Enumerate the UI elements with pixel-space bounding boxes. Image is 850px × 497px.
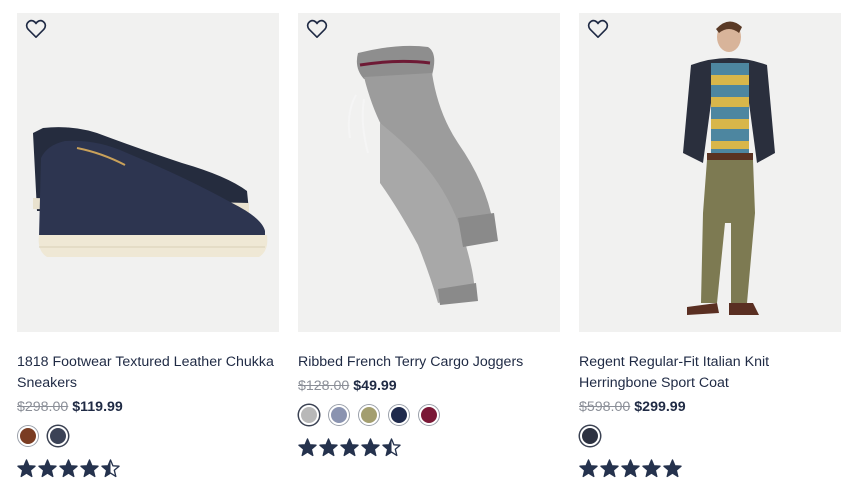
star-icon bbox=[642, 459, 661, 478]
wishlist-heart-icon[interactable] bbox=[587, 19, 609, 39]
color-swatch[interactable] bbox=[299, 405, 319, 425]
star-icon bbox=[340, 438, 359, 457]
wishlist-heart-icon[interactable] bbox=[306, 19, 328, 39]
star-icon bbox=[59, 459, 78, 478]
star-icon bbox=[101, 459, 120, 478]
color-swatch[interactable] bbox=[389, 405, 409, 425]
star-icon bbox=[38, 459, 57, 478]
sale-price: $49.99 bbox=[353, 378, 397, 394]
original-price: $298.00 bbox=[17, 399, 69, 415]
original-price: $128.00 bbox=[298, 378, 350, 394]
color-swatch[interactable] bbox=[419, 405, 439, 425]
color-swatch[interactable] bbox=[18, 426, 38, 446]
product-image-link[interactable] bbox=[298, 13, 560, 332]
color-swatch[interactable] bbox=[359, 405, 379, 425]
product-image bbox=[17, 13, 279, 332]
product-prices: $128.00 $49.99 bbox=[298, 377, 560, 395]
star-icon bbox=[17, 459, 36, 478]
star-icon bbox=[600, 459, 619, 478]
sale-price: $119.99 bbox=[72, 399, 123, 415]
star-icon bbox=[298, 438, 317, 457]
product-image-link[interactable] bbox=[17, 13, 279, 332]
star-icon bbox=[382, 438, 401, 457]
sale-price: $299.99 bbox=[634, 399, 686, 415]
product-image-link[interactable] bbox=[579, 13, 841, 332]
original-price: $598.00 bbox=[579, 399, 631, 415]
star-icon bbox=[621, 459, 640, 478]
star-rating bbox=[298, 438, 560, 458]
product-name-link[interactable]: Ribbed French Terry Cargo Joggers bbox=[298, 352, 560, 373]
color-swatch[interactable] bbox=[580, 426, 600, 446]
product-name-link[interactable]: 1818 Footwear Textured Leather Chukka Sn… bbox=[17, 352, 279, 394]
product-grid: 1818 Footwear Textured Leather Chukka Sn… bbox=[0, 0, 850, 497]
product-image bbox=[298, 13, 560, 332]
star-icon bbox=[361, 438, 380, 457]
product-card: Regent Regular-Fit Italian Knit Herringb… bbox=[579, 13, 841, 479]
wishlist-heart-icon[interactable] bbox=[25, 19, 47, 39]
color-swatches bbox=[298, 404, 560, 426]
product-card: Ribbed French Terry Cargo Joggers $128.0… bbox=[298, 13, 560, 458]
star-rating bbox=[579, 459, 841, 479]
star-icon bbox=[80, 459, 99, 478]
product-image bbox=[579, 13, 841, 332]
color-swatches bbox=[17, 425, 279, 447]
star-rating bbox=[17, 459, 279, 479]
product-name-link[interactable]: Regent Regular-Fit Italian Knit Herringb… bbox=[579, 352, 841, 394]
product-card: 1818 Footwear Textured Leather Chukka Sn… bbox=[17, 13, 279, 479]
color-swatches bbox=[579, 425, 841, 447]
color-swatch[interactable] bbox=[48, 426, 68, 446]
star-icon bbox=[579, 459, 598, 478]
product-prices: $298.00 $119.99 bbox=[17, 398, 279, 416]
color-swatch[interactable] bbox=[329, 405, 349, 425]
star-icon bbox=[319, 438, 338, 457]
star-icon bbox=[663, 459, 682, 478]
product-prices: $598.00 $299.99 bbox=[579, 398, 841, 416]
